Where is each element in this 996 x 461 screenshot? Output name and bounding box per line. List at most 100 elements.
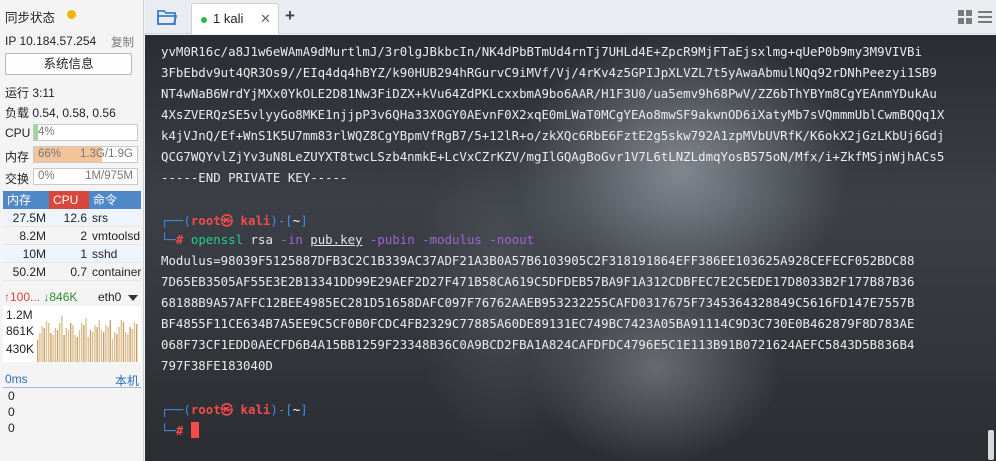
prompt-frame: )-[: [270, 402, 293, 417]
network-traffic-bar: [78, 330, 81, 362]
network-traffic-bar: [129, 327, 131, 362]
network-traffic-bar: [111, 339, 114, 362]
network-traffic-bar: [107, 327, 109, 362]
network-traffic-bar: [131, 329, 133, 362]
network-traffic-bar: [74, 335, 76, 362]
network-y-label: 430K: [6, 342, 35, 356]
process-table: 内存 CPU 命令 27.5M 12.6 srs 8.2M 2 vmtoolsd…: [3, 191, 141, 281]
latency-header: 0ms: [5, 372, 28, 386]
network-traffic-bar: [85, 318, 87, 362]
process-row[interactable]: 10M 1 sshd: [3, 245, 141, 263]
network-y-label: 1.2M: [6, 308, 33, 322]
prompt-user: root㉿ kali: [190, 213, 271, 228]
terminal-output-line: 4XsZVERQzSE5vlyyGo8MKE1njjpP3v6QHa33XOGY…: [161, 107, 945, 122]
terminal-output-line: NT4wNaB6WrdYjMXx0YkOLE2D81Nw3FiDZX+kVu64…: [161, 86, 937, 101]
network-upload-rate: ↑100...: [4, 290, 41, 304]
modulus-output-line: 7D65EB3505AF55E3E2B13341DD99E29AEF2D27F4…: [161, 274, 915, 289]
col-command-header[interactable]: 命令: [89, 191, 141, 209]
add-tab-icon[interactable]: +: [285, 6, 295, 26]
command-subcommand: rsa: [250, 232, 273, 247]
mem-percent: 66%: [38, 148, 62, 160]
process-table-header: 内存 CPU 命令: [3, 191, 141, 209]
network-traffic-bar: [59, 323, 61, 362]
network-traffic-bar: [127, 334, 129, 362]
swap-percent: 0%: [38, 170, 55, 182]
network-traffic-bar: [83, 325, 85, 362]
command-flag: -in: [280, 232, 303, 247]
process-command: containerd: [92, 265, 141, 279]
process-row[interactable]: 50.2M 0.7 containerd: [3, 263, 141, 281]
network-traffic-bar: [122, 322, 125, 362]
modulus-output-line: 797F38FE183040D: [161, 358, 273, 373]
network-traffic-bar: [118, 327, 120, 362]
command-flag: -noout: [489, 232, 535, 247]
network-traffic-bar: [65, 328, 67, 362]
terminal-output-line: QCG7WQYvlZjYv3uN8LeZUYXT8twcLSzb4nmkE+Lc…: [161, 149, 945, 164]
grid-view-icon[interactable]: [958, 10, 972, 24]
process-memory: 50.2M: [12, 265, 46, 279]
terminal[interactable]: yvM0R16c/a8J1w6eWAmA9dMurtlmJ/3r0lgJBkbc…: [145, 35, 996, 461]
network-traffic-bar: [96, 327, 98, 362]
network-traffic-bar: [63, 335, 65, 362]
cpu-label: CPU: [5, 126, 31, 140]
network-download-rate: ↓846K: [43, 290, 78, 304]
process-row[interactable]: 27.5M 12.6 srs: [3, 209, 141, 227]
prompt-frame: └─: [161, 232, 176, 247]
terminal-output-line: -----END PRIVATE KEY-----: [161, 170, 348, 185]
tab-bar: 1 kali ✕ +: [145, 0, 996, 34]
process-command: sshd: [92, 247, 118, 261]
ip-address: IP 10.184.57.254: [5, 34, 97, 48]
copy-ip-link[interactable]: 复制: [111, 34, 134, 50]
chevron-down-icon[interactable]: [128, 295, 138, 301]
network-traffic-bar: [120, 320, 122, 362]
sync-status-title: 同步状态: [5, 11, 56, 25]
terminal-cursor: [190, 422, 199, 438]
network-traffic-bar: [41, 326, 43, 362]
col-memory-header[interactable]: 内存: [3, 191, 49, 209]
process-memory: 10M: [22, 247, 46, 261]
network-traffic-bar: [76, 337, 78, 362]
close-icon[interactable]: ✕: [260, 11, 271, 27]
latency-value: 0: [8, 405, 15, 419]
network-traffic-bar: [87, 337, 89, 362]
network-traffic-bar: [94, 325, 96, 362]
mem-label: 内存: [5, 150, 30, 164]
network-traffic-bar: [54, 328, 56, 362]
process-command: srs: [92, 211, 108, 225]
network-traffic-bar: [98, 320, 100, 362]
network-traffic-bar: [70, 323, 72, 362]
network-traffic-bar: [45, 321, 48, 362]
network-traffic-bar: [52, 335, 54, 362]
modulus-output-line: BF4855F11CE634B7A5EE9C5CF0B0FCDC4FB2329C…: [161, 316, 915, 331]
prompt-frame: ]: [300, 402, 308, 417]
col-cpu-header[interactable]: CPU: [49, 191, 89, 209]
command-name: openssl: [190, 232, 244, 247]
cpu-meter: 4%: [33, 124, 138, 141]
network-interface-select[interactable]: eth0: [98, 290, 121, 304]
process-row[interactable]: 8.2M 2 vmtoolsd: [3, 227, 141, 245]
network-traffic-bar: [61, 316, 63, 362]
command-file-arg: pub.key: [310, 232, 363, 247]
load-average: 负载 0.54, 0.58, 0.56: [5, 106, 116, 120]
network-traffic-bar: [136, 324, 138, 362]
prompt-line-command[interactable]: └─#: [161, 422, 199, 438]
modulus-output-line: 068F73CF1EDD0AECFD6B4A15BB1259F23348B36C…: [161, 337, 915, 352]
process-table-body: 27.5M 12.6 srs 8.2M 2 vmtoolsd 10M 1 ssh…: [3, 209, 141, 281]
process-memory: 8.2M: [19, 229, 46, 243]
network-traffic-bar: [125, 332, 127, 362]
tab-kali[interactable]: 1 kali ✕: [191, 3, 279, 34]
folder-icon[interactable]: [156, 7, 178, 27]
network-traffic-bar: [92, 332, 94, 362]
prompt-frame: ┌──(: [161, 402, 191, 417]
system-info-button[interactable]: 系统信息: [5, 53, 132, 75]
prompt-frame: )-[: [270, 213, 293, 228]
network-traffic-bar: [56, 330, 59, 362]
menu-icon[interactable]: [978, 10, 992, 24]
network-rates: ↑100... ↓846K: [4, 290, 77, 304]
network-traffic-bar: [89, 330, 92, 362]
swap-label: 交换: [5, 172, 30, 186]
terminal-scrollbar[interactable]: [988, 430, 994, 460]
modulus-output-line: Modulus=98039F5125887DFB3C2C1B339AC37ADF…: [161, 253, 915, 268]
network-traffic-bar: [39, 333, 41, 362]
prompt-hash: #: [175, 232, 184, 247]
